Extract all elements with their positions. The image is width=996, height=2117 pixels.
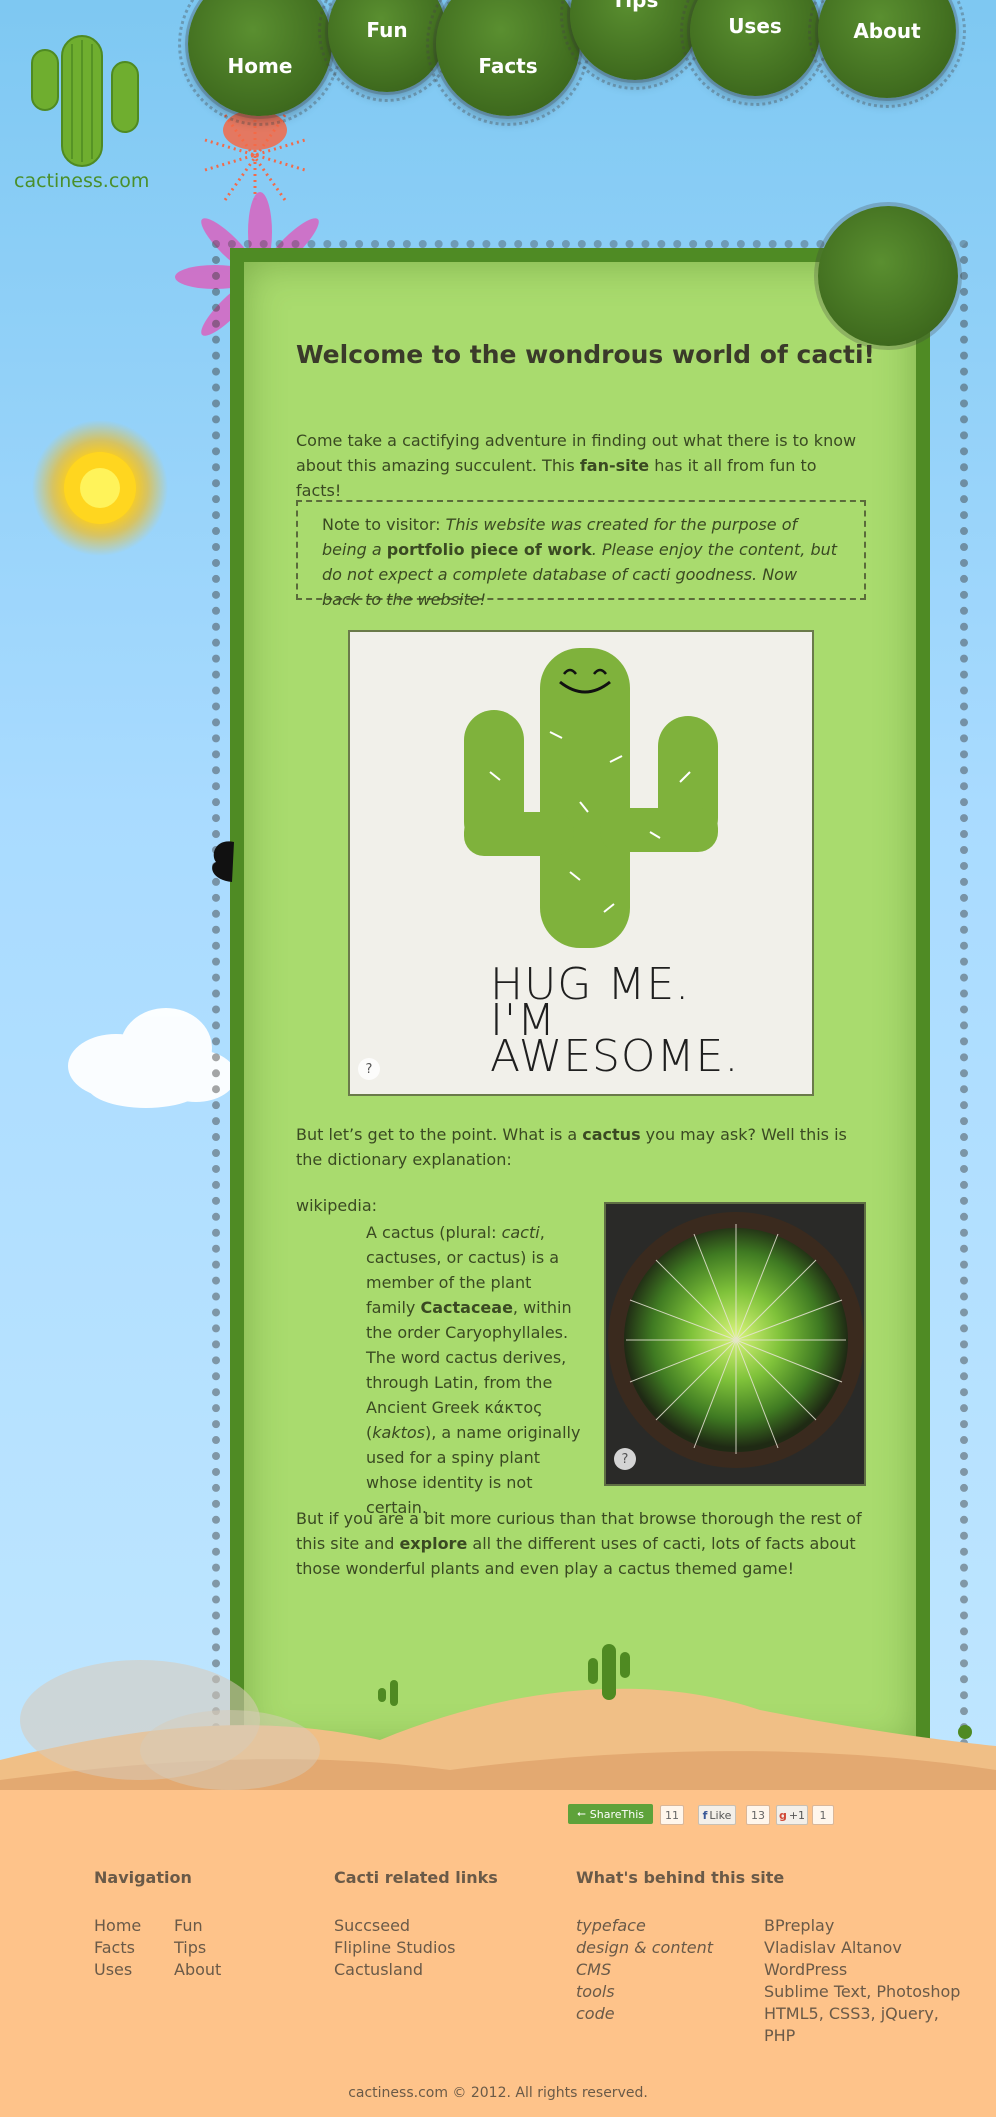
footer-links-title: Cacti related links	[334, 1868, 498, 1887]
footer-link-tips[interactable]: Tips	[174, 1937, 206, 1959]
footer-behind-label: tools	[576, 1982, 615, 2001]
footer-link-fun[interactable]: Fun	[174, 1915, 203, 1937]
footer-behind-value: Sublime Text, Photoshop	[764, 1982, 961, 2001]
intro-paragraph: Come take a cactifying adventure in find…	[296, 431, 857, 500]
footer-behind-value: HTML5, CSS3, jQuery, PHP	[764, 2004, 939, 2045]
poster-caption: HUG ME. I'M AWESOME.	[490, 959, 740, 1082]
wikipedia-label: wikipedia:	[296, 1196, 378, 1215]
footer-link-succseed[interactable]: Succseed	[334, 1915, 410, 1937]
desert-dunes-decoration	[0, 1644, 996, 1800]
photo-info-button[interactable]: ?	[614, 1448, 636, 1470]
google-plus-icon: g	[778, 1808, 787, 1822]
footer-link-flipline[interactable]: Flipline Studios	[334, 1937, 456, 1959]
share-icon: ⭠	[576, 1807, 586, 1820]
footer-behind-label: code	[576, 2004, 615, 2023]
wikipedia-definition: A cactus (plural: cacti, cactuses, or ca…	[366, 1223, 581, 1517]
footer-behind-title: What's behind this site	[576, 1868, 785, 1887]
curious-paragraph: But if you are a bit more curious than t…	[296, 1509, 862, 1578]
copyright: cactiness.com © 2012. All rights reserve…	[348, 2085, 648, 2101]
hug-me-poster-image: HUG ME. I'M AWESOME. ?	[348, 630, 814, 1096]
image-info-button[interactable]: ?	[358, 1058, 380, 1080]
cactus-closeup-photo: ?	[604, 1202, 866, 1486]
nav-home[interactable]: Home	[178, 0, 342, 126]
footer-behind-label: CMS	[576, 1960, 612, 1979]
google-plus-count: 1	[812, 1805, 834, 1825]
nav-about[interactable]: About	[808, 0, 966, 108]
cloud-decoration	[68, 1008, 236, 1108]
panel-corner-ball-decoration	[818, 206, 958, 346]
facebook-icon: f	[702, 1808, 708, 1822]
footer-link-facts[interactable]: Facts	[94, 1937, 135, 1959]
footer-behind-value: BPreplay	[764, 1916, 835, 1935]
footer-link-home[interactable]: Home	[94, 1915, 141, 1937]
page-title: Welcome to the wondrous world of cacti!	[296, 340, 875, 369]
footer-navigation-title: Navigation	[94, 1868, 192, 1887]
footer-behind-value: WordPress	[764, 1960, 848, 1979]
logo-text[interactable]: cactiness.com	[14, 170, 149, 192]
google-plus-button[interactable]: g +1	[776, 1805, 808, 1825]
nav-uses[interactable]: Uses	[680, 0, 830, 106]
bird-silhouette-decoration	[212, 841, 234, 882]
cactus-closeup-image	[606, 1204, 864, 1484]
sun-decoration	[32, 420, 168, 556]
footer-behind-label: typeface	[576, 1916, 646, 1935]
facebook-like-count: 13	[746, 1805, 770, 1825]
nav-facts[interactable]: Facts	[426, 0, 590, 126]
sharethis-count: 11	[660, 1805, 684, 1825]
footer-link-about[interactable]: About	[174, 1959, 221, 1981]
logo-cactus-icon[interactable]	[10, 14, 160, 194]
footer-link-uses[interactable]: Uses	[94, 1959, 132, 1981]
footer-link-cactusland[interactable]: Cactusland	[334, 1959, 423, 1981]
footer-behind-value: Vladislav Altanov	[764, 1938, 902, 1957]
visitor-note: Note to visitor: This website was create…	[296, 500, 866, 609]
facebook-like-button[interactable]: f Like	[698, 1805, 736, 1825]
sharethis-button[interactable]: ⭠ ShareThis	[568, 1804, 653, 1824]
point-paragraph: But let’s get to the point. What is a ca…	[296, 1125, 847, 1169]
footer-behind-label: design & content	[576, 1938, 713, 1957]
